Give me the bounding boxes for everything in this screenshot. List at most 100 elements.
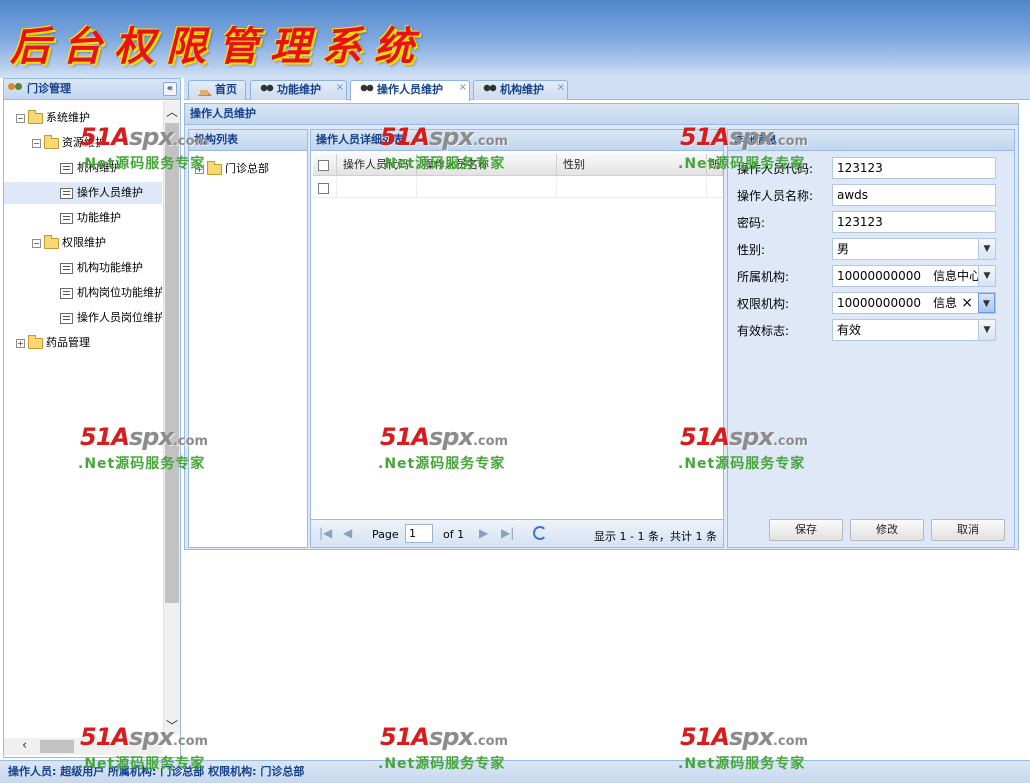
page-label: Page	[372, 528, 399, 541]
save-button[interactable]: 保存	[769, 519, 843, 541]
collapse-icon[interactable]: −	[32, 238, 41, 248]
prev-page-icon[interactable]: ◀	[343, 526, 352, 540]
column-header[interactable]: 操作人员名称	[417, 154, 557, 176]
gender-select[interactable]: 男 ▼	[832, 238, 996, 260]
org-select[interactable]: 10000000000 信息中心 ▼	[832, 265, 996, 287]
valid-flag-select[interactable]: 有效 ▼	[832, 319, 996, 341]
sidebar-item[interactable]: − 资源维护	[4, 132, 162, 154]
watermark-logo-a: 51A	[680, 723, 730, 751]
nav-vertical-scrollbar[interactable]: ︿ ﹀	[163, 101, 180, 735]
sidebar-item[interactable]: − 系统维护	[4, 107, 162, 129]
page-icon	[60, 262, 73, 274]
form-label-operator-code: 操作人员代码:	[737, 162, 814, 176]
page-icon	[60, 187, 73, 199]
column-header[interactable]: 操作人员代码	[337, 154, 417, 176]
nav-panel-header: 门诊管理 «	[4, 79, 180, 100]
watermark-logo-b: spx	[728, 723, 774, 751]
refresh-icon[interactable]	[533, 526, 547, 540]
nav-panel: 门诊管理 « − 系统维护 − 资源维护机构维护操作人员维护功能维护 − 权限维护机构功能…	[3, 78, 181, 758]
sidebar-item[interactable]: 操作人员岗位维护	[4, 307, 162, 329]
people-icon	[360, 84, 374, 96]
expand-icon[interactable]: +	[195, 164, 204, 174]
app-title: 后台权限管理系统	[10, 23, 426, 70]
tab-function-maintenance[interactable]: 功能维护 ×	[250, 80, 347, 100]
tab-label: 机构维护	[500, 83, 544, 96]
sidebar-item-label: 机构岗位功能维护	[77, 286, 162, 299]
close-icon[interactable]: ×	[557, 79, 565, 97]
chevron-down-icon[interactable]: ▼	[978, 320, 995, 340]
close-icon[interactable]: ×	[459, 79, 467, 97]
folder-icon	[44, 234, 59, 249]
details-form-panel: 详细信息 操作人员代码: 123123 操作人员名称: awds 密码: 123…	[727, 129, 1015, 548]
close-icon[interactable]: ×	[336, 79, 344, 97]
last-page-icon[interactable]: ▶|	[501, 526, 514, 540]
nav-horizontal-scrollbar[interactable]: ‹	[4, 738, 162, 755]
edit-button[interactable]: 修改	[850, 519, 924, 541]
table-cell	[417, 177, 557, 198]
page-number-input[interactable]	[405, 524, 433, 543]
page-total-label: of 1	[443, 528, 465, 541]
sidebar-item[interactable]: − 权限维护	[4, 232, 162, 254]
tab-operator-maintenance[interactable]: 操作人员维护 ×	[350, 80, 470, 101]
sidebar-item-label: 药品管理	[46, 336, 90, 349]
watermark-logo-a: 51A	[380, 723, 430, 751]
scroll-thumb[interactable]	[165, 123, 179, 603]
password-field[interactable]: 123123	[832, 211, 996, 233]
watermark-logo: 51Aspx.com	[380, 724, 520, 755]
tab-label: 功能维护	[277, 83, 321, 96]
watermark-domain: .com	[772, 734, 809, 749]
permission-org-code-value: 10000000000	[837, 296, 921, 310]
gender-value: 男	[837, 242, 850, 256]
chevron-down-icon[interactable]: ▼	[978, 266, 995, 286]
sidebar-item[interactable]: + 药品管理	[4, 332, 162, 354]
details-form-title: 详细信息	[728, 130, 1014, 151]
select-all-checkbox-cell[interactable]	[313, 154, 337, 176]
folder-icon	[28, 334, 43, 349]
sidebar-item[interactable]: 机构岗位功能维护	[4, 282, 162, 304]
org-list-title: 机构列表	[189, 130, 307, 151]
operator-code-field[interactable]: 123123	[832, 157, 996, 179]
first-page-icon[interactable]: |◀	[319, 526, 332, 540]
sidebar-item-label: 操作人员维护	[77, 186, 143, 199]
collapse-icon[interactable]: −	[32, 138, 41, 148]
next-page-icon[interactable]: ▶	[479, 526, 488, 540]
org-name-value: 信息中心	[933, 269, 982, 283]
form-label-permission-org: 权限机构:	[737, 297, 790, 311]
sidebar-item[interactable]: 功能维护	[4, 207, 162, 229]
org-tree-item[interactable]: + 门诊总部	[195, 160, 269, 176]
expand-icon[interactable]: +	[16, 338, 25, 348]
permission-org-select[interactable]: 10000000000 信息 × ▼	[832, 292, 996, 314]
column-header[interactable]: 所	[707, 154, 723, 176]
sidebar-item[interactable]: 机构功能维护	[4, 257, 162, 279]
scroll-down-icon[interactable]: ﹀	[164, 717, 180, 733]
watermark-domain: .com	[472, 734, 509, 749]
app-header: 后台权限管理系统	[0, 0, 1030, 78]
row-checkbox[interactable]	[318, 183, 329, 194]
chevron-down-icon[interactable]: ▼	[978, 239, 995, 259]
chevron-down-icon[interactable]: ▼	[978, 293, 995, 313]
operator-name-field[interactable]: awds	[832, 184, 996, 206]
sidebar-item[interactable]: 操作人员维护	[4, 182, 162, 204]
form-label-valid-flag: 有效标志:	[737, 324, 790, 338]
folder-icon	[28, 109, 43, 124]
sidebar-item[interactable]: 机构维护	[4, 157, 162, 179]
collapse-icon[interactable]: −	[16, 113, 25, 123]
collapse-panel-button[interactable]: «	[163, 82, 177, 96]
scroll-left-icon[interactable]: ‹	[22, 738, 27, 753]
column-header[interactable]: 性别	[557, 154, 707, 176]
table-cell	[557, 177, 707, 198]
cancel-button[interactable]: 取消	[931, 519, 1005, 541]
people-icon	[483, 84, 497, 96]
operator-grid-title: 操作人员详细列表	[311, 130, 723, 151]
tab-home[interactable]: 首页	[188, 80, 246, 100]
nav-tree: − 系统维护 − 资源维护机构维护操作人员维护功能维护 − 权限维护机构功能维护机构岗位功…	[4, 101, 162, 731]
row-checkbox-cell[interactable]	[313, 177, 337, 198]
watermark-logo-b: spx	[428, 723, 474, 751]
scroll-thumb[interactable]	[40, 740, 74, 753]
select-all-checkbox[interactable]	[318, 159, 329, 171]
table-row[interactable]	[313, 177, 723, 198]
org-code-value: 10000000000	[837, 269, 921, 283]
clear-icon[interactable]: ×	[961, 293, 973, 313]
tab-org-maintenance[interactable]: 机构维护 ×	[473, 80, 568, 100]
scroll-up-icon[interactable]: ︿	[164, 103, 180, 119]
